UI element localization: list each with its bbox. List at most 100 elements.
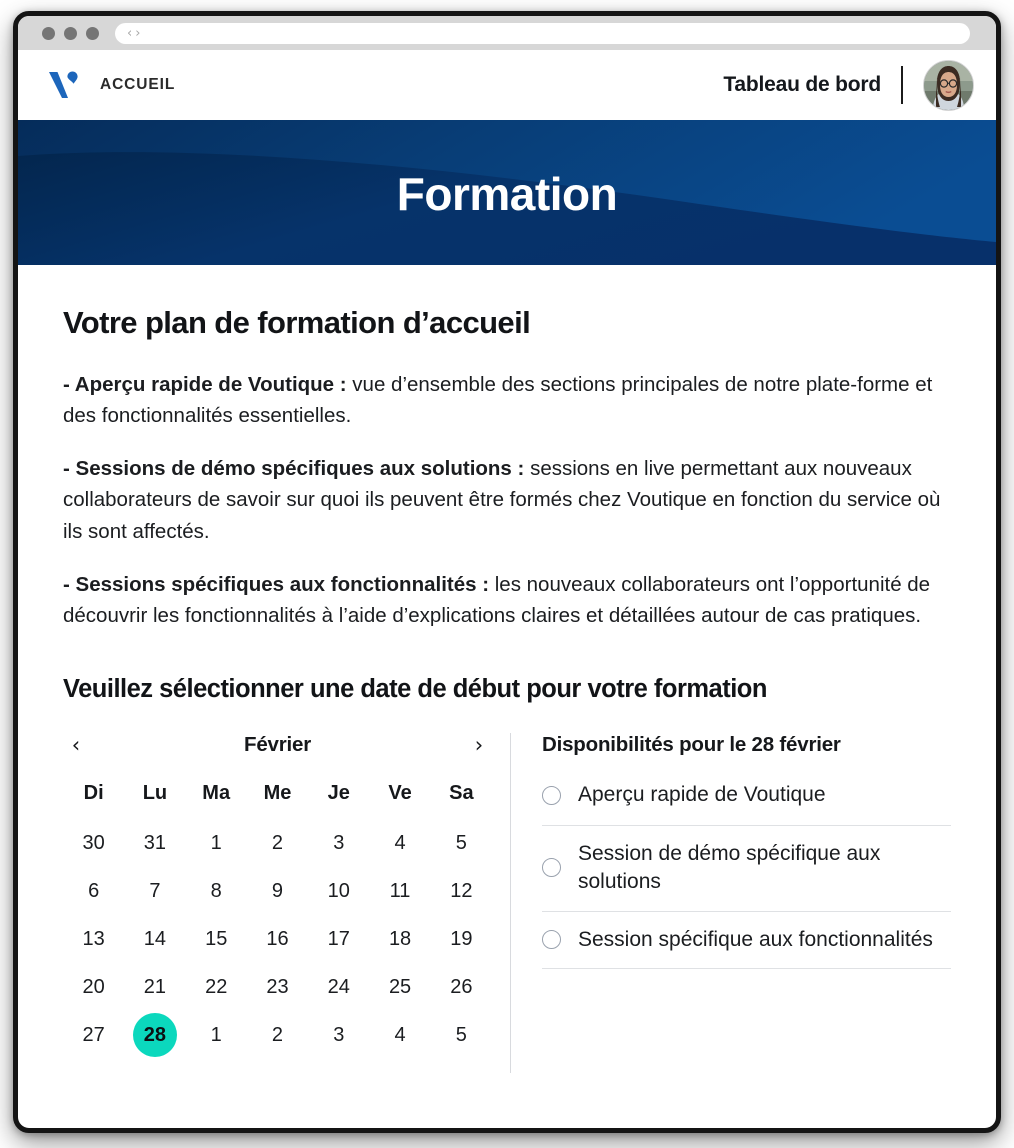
calendar-day-cell[interactable]: 17 (308, 915, 369, 963)
calendar-day-cell[interactable]: 7 (124, 867, 185, 915)
calendar-day-number: 16 (266, 927, 289, 950)
plan-bullet-1-term: - Aperçu rapide de Voutique : (63, 373, 347, 396)
calendar-day-cell[interactable]: 3 (308, 1011, 369, 1059)
calendar-day-cell[interactable]: 21 (124, 963, 185, 1011)
calendar-day-cell[interactable]: 2 (247, 1011, 308, 1059)
plan-bullet-3: - Sessions spécifiques aux fonctionnalit… (63, 569, 948, 631)
next-month-button[interactable]: › (466, 732, 492, 758)
date-picker: ‹ Février › Di Lu Ma Me Je Ve Sa 30 31 1 2 3 4 5 6 7 8 9 1… (63, 728, 951, 1074)
calendar-day-number: 26 (450, 975, 473, 998)
calendar-day-number: 4 (394, 1023, 406, 1046)
calendar-day-number: 28 (132, 1013, 177, 1058)
availability-option[interactable]: Session spécifique aux fonctionnalités (542, 912, 951, 970)
plan-bullet-1: - Aperçu rapide de Voutique : vue d’ense… (63, 369, 948, 431)
header-divider (901, 66, 903, 104)
availability-pane: Disponibilités pour le 28 février Aperçu… (511, 728, 951, 1073)
calendar-day-number: 25 (388, 975, 412, 998)
calendar-day-cell[interactable]: 14 (124, 915, 185, 963)
calendar-day-cell[interactable]: 20 (63, 963, 124, 1011)
calendar-day-number: 17 (327, 927, 350, 950)
calendar-day-cell[interactable]: 18 (369, 915, 430, 963)
calendar-day-number: 9 (271, 879, 284, 902)
plan-bullet-2: - Sessions de démo spécifiques aux solut… (63, 453, 948, 546)
calendar-day-cell[interactable]: 10 (308, 867, 369, 915)
calendar-day-number: 3 (333, 1023, 345, 1046)
calendar-day-cell[interactable]: 9 (247, 867, 308, 915)
calendar-day-selected[interactable]: 28 (124, 1011, 185, 1059)
calendar-day-cell[interactable]: 24 (308, 963, 369, 1011)
browser-titlebar: ‹ › (18, 16, 996, 50)
calendar-day-number: 2 (271, 831, 284, 854)
availability-option[interactable]: Aperçu rapide de Voutique (542, 778, 951, 827)
voutique-v-logo-icon (49, 71, 78, 98)
calendar-day-number: 13 (82, 927, 105, 950)
calendar-day-cell[interactable]: 26 (431, 963, 492, 1011)
plan-bullet-2-term: - Sessions de démo spécifiques aux solut… (63, 457, 525, 481)
calendar-weekday-me: Me (263, 782, 292, 805)
address-bar[interactable]: ‹ › (115, 22, 970, 44)
calendar-day-number: 27 (82, 1023, 105, 1046)
calendar-day-number: 4 (394, 831, 406, 854)
plan-heading: Votre plan de formation d’accueil (63, 305, 531, 340)
minimize-window-button[interactable] (64, 26, 77, 40)
calendar-day-number: 5 (455, 831, 467, 854)
calendar-day-number: 5 (455, 1023, 467, 1046)
avatar-photo (924, 60, 973, 110)
calendar-day-number: 20 (82, 975, 105, 998)
calendar-day-number: 8 (210, 879, 222, 902)
prev-month-button[interactable]: ‹ (63, 732, 89, 758)
calendar-day-number: 11 (389, 879, 411, 902)
forward-icon[interactable]: › (135, 27, 140, 40)
calendar-day-cell[interactable]: 4 (369, 1011, 430, 1059)
calendar-day-cell[interactable]: 13 (63, 915, 124, 963)
calendar-day-cell[interactable]: 5 (431, 1011, 492, 1059)
avatar[interactable] (923, 59, 974, 111)
availability-option-label: Aperçu rapide de Voutique (578, 783, 826, 807)
availability-option[interactable]: Session de démo spécifique aux solutions (542, 826, 951, 912)
date-select-heading: Veuillez sélectionner une date de début … (63, 675, 767, 704)
calendar-day-number: 30 (82, 831, 105, 854)
calendar-weekday-ve: Ve (388, 782, 412, 805)
calendar-day-cell[interactable]: 3 (308, 819, 369, 867)
calendar-day-number: 7 (149, 879, 161, 902)
calendar-day-cell[interactable]: 1 (186, 1011, 247, 1059)
calendar-day-cell[interactable]: 1 (186, 819, 247, 867)
calendar-day-cell[interactable]: 11 (369, 867, 430, 915)
calendar-day-number: 21 (143, 975, 167, 998)
back-icon[interactable]: ‹ (127, 27, 132, 40)
calendar-day-cell[interactable]: 5 (431, 819, 492, 867)
calendar-day-cell[interactable]: 4 (369, 819, 430, 867)
calendar-day-number: 31 (143, 831, 167, 854)
calendar-month-label: Février (244, 733, 311, 757)
radio-button-icon[interactable] (542, 858, 561, 878)
calendar-day-cell[interactable]: 23 (247, 963, 308, 1011)
calendar-day-cell[interactable]: 22 (186, 963, 247, 1011)
calendar-day-cell[interactable]: 30 (63, 819, 124, 867)
calendar-day-cell[interactable]: 19 (431, 915, 492, 963)
calendar-day-cell[interactable]: 6 (63, 867, 124, 915)
calendar-day-number: 22 (205, 975, 228, 998)
radio-button-icon[interactable] (542, 785, 561, 805)
close-window-button[interactable] (42, 26, 55, 40)
calendar-day-cell[interactable]: 27 (63, 1011, 124, 1059)
browser-window: ‹ › ACCUEIL Tableau de bord Formation Vo… (13, 11, 1001, 1133)
calendar-day-number: 24 (327, 975, 350, 998)
availability-heading: Disponibilités pour le 28 février (542, 733, 841, 757)
brand-home-link[interactable]: ACCUEIL (48, 70, 175, 100)
radio-button-icon[interactable] (542, 929, 561, 949)
calendar-day-number: 23 (266, 975, 289, 998)
calendar-day-number: 14 (143, 927, 167, 950)
dashboard-link[interactable]: Tableau de bord (723, 73, 881, 97)
calendar-day-cell[interactable]: 25 (369, 963, 430, 1011)
calendar-day-cell[interactable]: 8 (186, 867, 247, 915)
availability-list: Aperçu rapide de Voutique Session de démo… (542, 778, 951, 970)
calendar-day-number: 19 (450, 927, 473, 950)
calendar-day-cell[interactable]: 2 (247, 819, 308, 867)
calendar-day-number: 15 (205, 927, 228, 950)
calendar-day-cell[interactable]: 31 (124, 819, 185, 867)
calendar-day-cell[interactable]: 15 (186, 915, 247, 963)
calendar-day-number: 10 (327, 879, 350, 902)
calendar-day-cell[interactable]: 16 (247, 915, 308, 963)
calendar-day-cell[interactable]: 12 (431, 867, 492, 915)
maximize-window-button[interactable] (86, 26, 99, 40)
